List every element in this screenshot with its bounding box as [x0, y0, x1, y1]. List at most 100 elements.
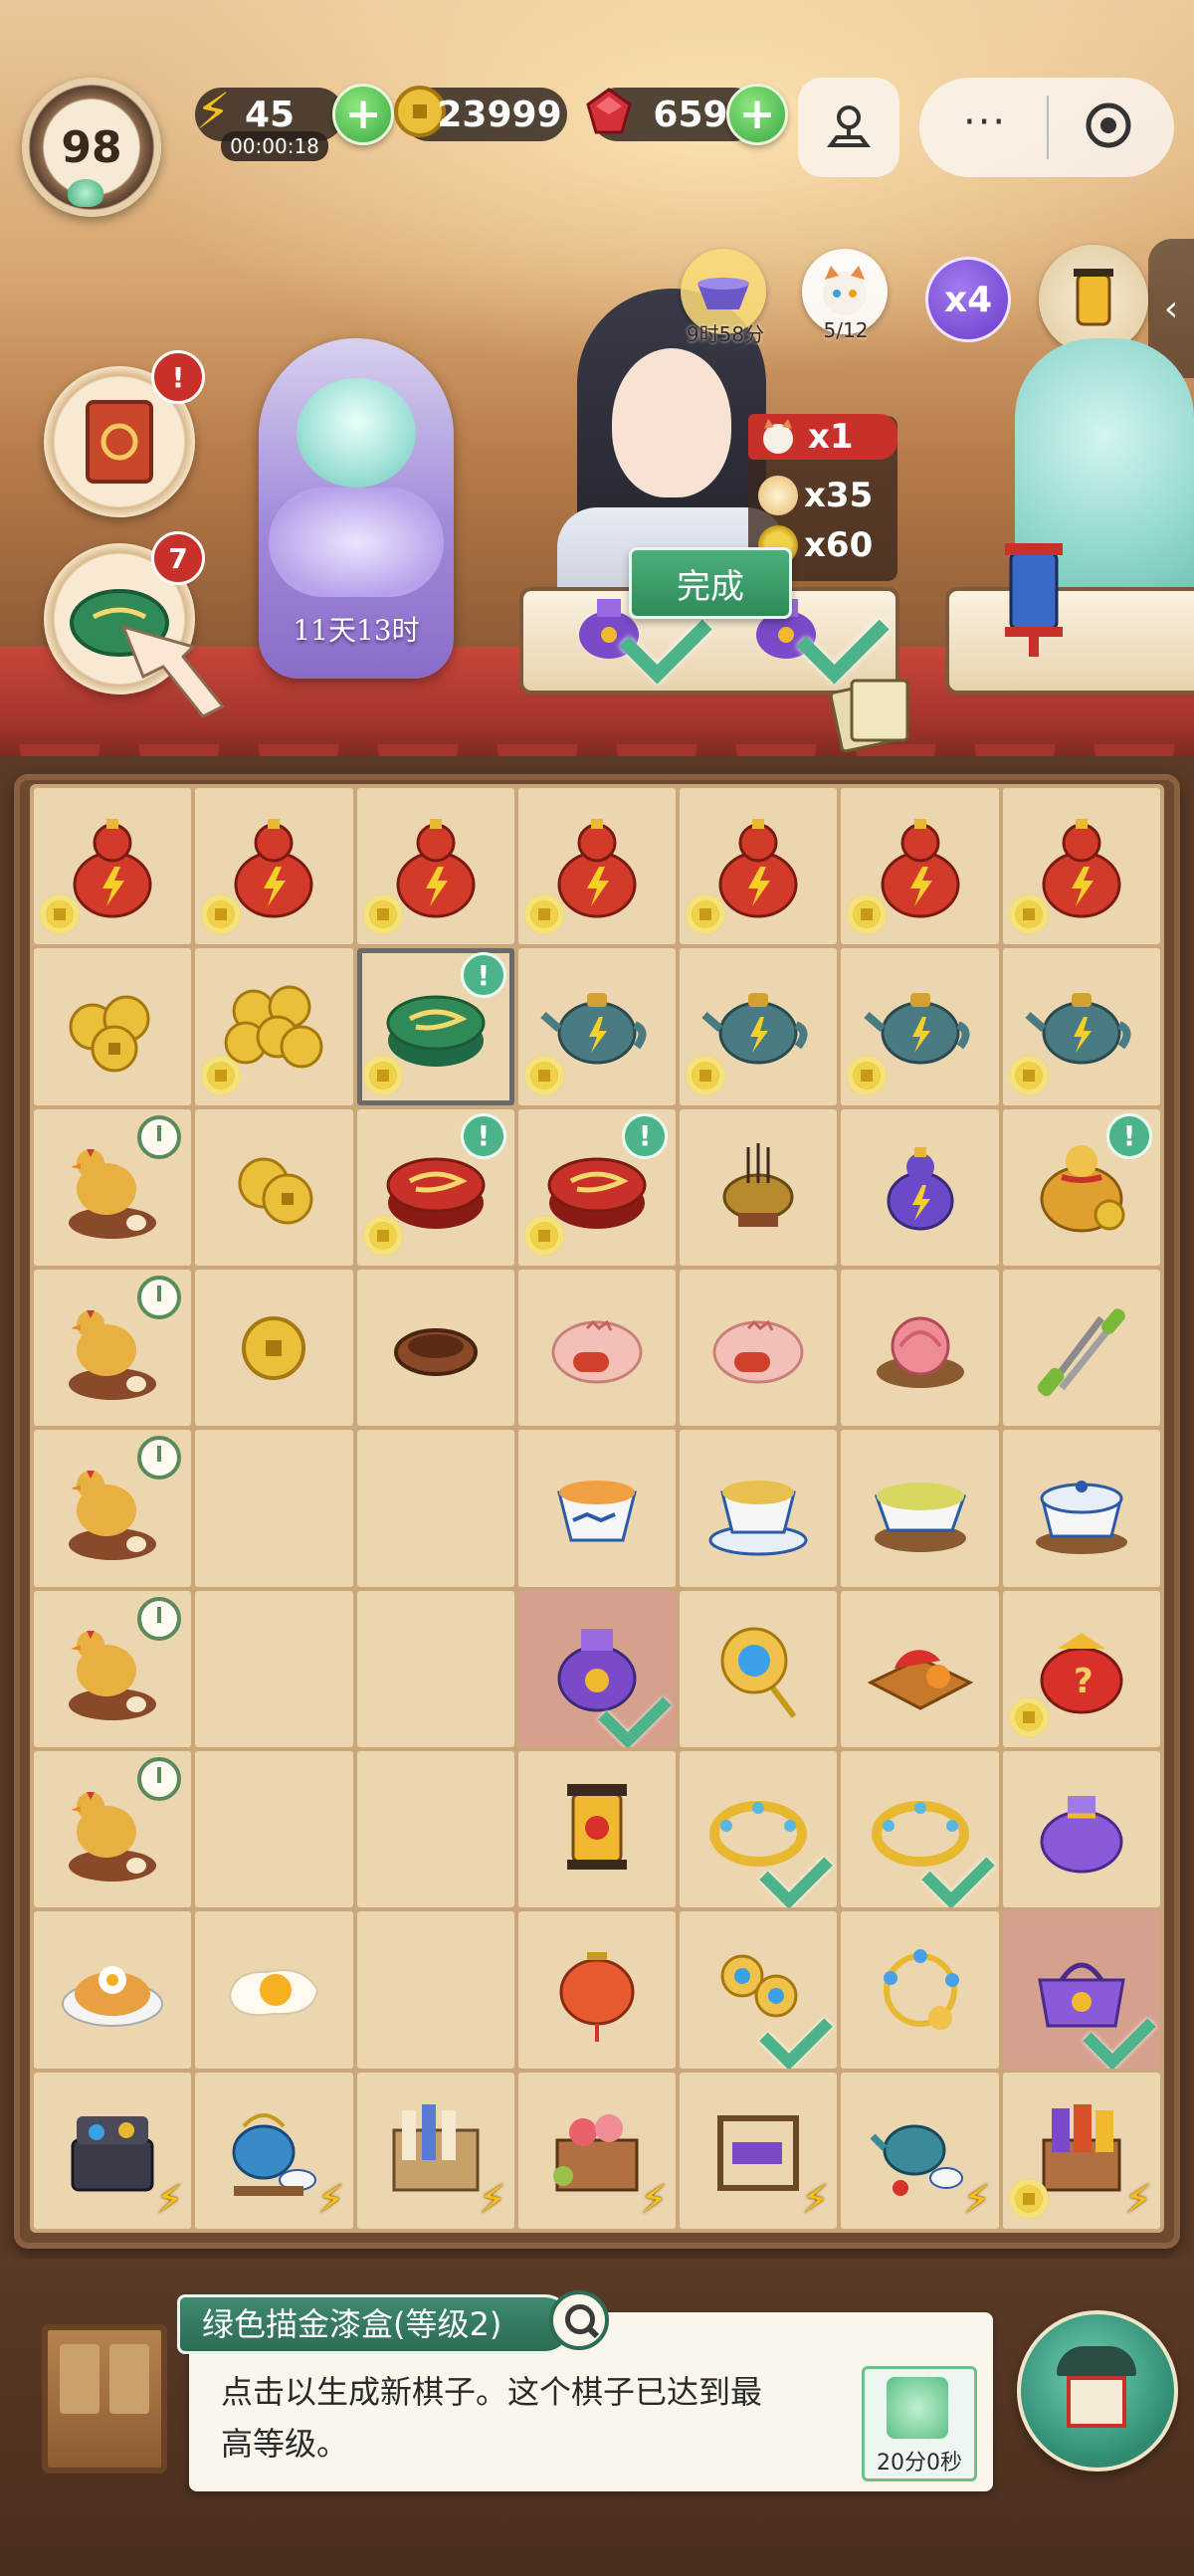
bird-nest-icon[interactable] [376, 1288, 496, 1408]
board-cell[interactable] [195, 948, 353, 1105]
board-cell[interactable] [34, 1430, 192, 1587]
board-cell[interactable] [356, 788, 514, 945]
board-cell[interactable] [195, 1911, 353, 2069]
board-cell[interactable] [841, 1108, 999, 1266]
gem-hairpin-icon[interactable] [698, 1609, 818, 1728]
board-cell[interactable] [34, 788, 192, 945]
fried-rice-icon[interactable] [53, 1930, 172, 2050]
more-menu-button[interactable]: ··· [963, 99, 1007, 145]
event-card[interactable]: 11天13时 [259, 338, 454, 679]
pink-cake-icon[interactable] [537, 1288, 657, 1408]
board-cell[interactable] [34, 1269, 192, 1427]
board-cell[interactable]: ! [356, 948, 514, 1105]
covered-tea-bowl-icon[interactable] [1022, 1449, 1141, 1568]
board-cell[interactable]: ⚡ [680, 2072, 838, 2229]
multiplier-button[interactable]: x4 [925, 257, 1011, 342]
board-cell[interactable]: ! [1002, 1108, 1160, 1266]
fried-egg-icon[interactable] [214, 1930, 333, 2050]
coin-1-icon[interactable] [214, 1288, 333, 1408]
pink-cake-icon[interactable] [698, 1288, 818, 1408]
board-cell[interactable] [680, 1750, 838, 1908]
board-cell[interactable] [34, 948, 192, 1105]
add-energy-button[interactable]: + [332, 84, 394, 145]
board-cell[interactable] [356, 1430, 514, 1587]
board-cell[interactable] [841, 948, 999, 1105]
board-cell[interactable] [517, 1430, 677, 1587]
teapot-cups-icon[interactable] [861, 2090, 980, 2210]
board-cell[interactable] [1002, 788, 1160, 945]
board-cell[interactable] [195, 1750, 353, 1908]
board-cell[interactable]: ⚡ [356, 2072, 514, 2229]
board-cell[interactable] [841, 1911, 999, 2069]
board-cell[interactable]: ⚡ [517, 2072, 677, 2229]
close-miniprogram-button[interactable] [1083, 99, 1134, 151]
board-cell[interactable]: ⚡ [195, 2072, 353, 2229]
game-center-button[interactable] [798, 78, 899, 177]
board-cell[interactable]: ? [1002, 1590, 1160, 1747]
add-gems-button[interactable]: + [726, 84, 788, 145]
board-cell[interactable] [195, 1590, 353, 1747]
peach-bun-icon[interactable] [861, 1288, 980, 1408]
board-cell[interactable] [1002, 1269, 1160, 1427]
incense-burner-icon[interactable] [698, 1127, 818, 1247]
purple-bag-icon[interactable] [1022, 1770, 1141, 1889]
complete-order-button[interactable]: 完成 [629, 547, 792, 619]
board-cell[interactable] [195, 1269, 353, 1427]
board-cell[interactable] [356, 1911, 514, 2069]
board-cell[interactable] [517, 788, 677, 945]
board-cell[interactable] [34, 1911, 192, 2069]
board-cell[interactable] [195, 1108, 353, 1266]
board-cell[interactable] [356, 1590, 514, 1747]
board-cell[interactable] [34, 1750, 192, 1908]
board-cell[interactable] [517, 1911, 677, 2069]
board-cell[interactable] [680, 788, 838, 945]
board-cell[interactable] [517, 1750, 677, 1908]
magnifier-icon[interactable] [549, 2290, 609, 2350]
board-cell[interactable] [680, 1911, 838, 2069]
board-cell[interactable] [1002, 948, 1160, 1105]
board-cell[interactable] [1002, 1750, 1160, 1908]
speedup-timer-button[interactable]: 20分0秒 [862, 2366, 977, 2481]
board-cell[interactable] [1002, 1430, 1160, 1587]
board-cell[interactable] [1002, 1911, 1160, 2069]
storage-cabinet-button[interactable] [42, 2324, 167, 2474]
board-cell[interactable] [680, 1108, 838, 1266]
board-cell[interactable]: ⚡ [1002, 2072, 1160, 2229]
board-cell[interactable] [841, 1590, 999, 1747]
board-cell[interactable] [356, 1269, 514, 1427]
tea-cup-icon[interactable] [537, 1449, 657, 1568]
board-cell[interactable]: ! [517, 1108, 677, 1266]
tea-cup-saucer-icon[interactable] [698, 1449, 818, 1568]
board-cell[interactable] [356, 1750, 514, 1908]
bead-bracelet-icon[interactable] [861, 1930, 980, 2050]
board-cell[interactable] [517, 948, 677, 1105]
palace-lantern-icon[interactable] [537, 1770, 657, 1889]
purple-gourd-icon[interactable] [861, 1127, 980, 1247]
coins-3-icon[interactable] [53, 967, 172, 1087]
scissors-icon[interactable] [1022, 1288, 1141, 1408]
board-cell[interactable]: ! [356, 1108, 514, 1266]
board-cell[interactable] [680, 1269, 838, 1427]
board-cell[interactable]: ⚡ [34, 2072, 192, 2229]
board-cell[interactable] [841, 1430, 999, 1587]
board-cell[interactable] [841, 1269, 999, 1427]
coins-2-icon[interactable] [214, 1127, 333, 1247]
board-cell[interactable] [517, 1269, 677, 1427]
scroll-shelf-icon[interactable] [376, 2090, 496, 2210]
board-cell[interactable] [841, 788, 999, 945]
pagoda-shop-button[interactable] [1017, 2310, 1178, 2472]
board-cell[interactable] [841, 1750, 999, 1908]
board-cell[interactable] [34, 1590, 192, 1747]
tea-bowl-icon[interactable] [861, 1449, 980, 1568]
red-lantern-icon[interactable] [537, 1930, 657, 2050]
board-cell[interactable] [195, 1430, 353, 1587]
board-cell[interactable] [680, 948, 838, 1105]
flower-cart-icon[interactable] [537, 2090, 657, 2210]
watermelon-plate-icon[interactable] [861, 1609, 980, 1728]
board-cell[interactable] [195, 788, 353, 945]
board-cell[interactable] [34, 1108, 192, 1266]
board-cell[interactable] [680, 1590, 838, 1747]
board-cell[interactable]: ⚡ [841, 2072, 999, 2229]
board-cell[interactable] [680, 1430, 838, 1587]
board-cell[interactable] [517, 1590, 677, 1747]
